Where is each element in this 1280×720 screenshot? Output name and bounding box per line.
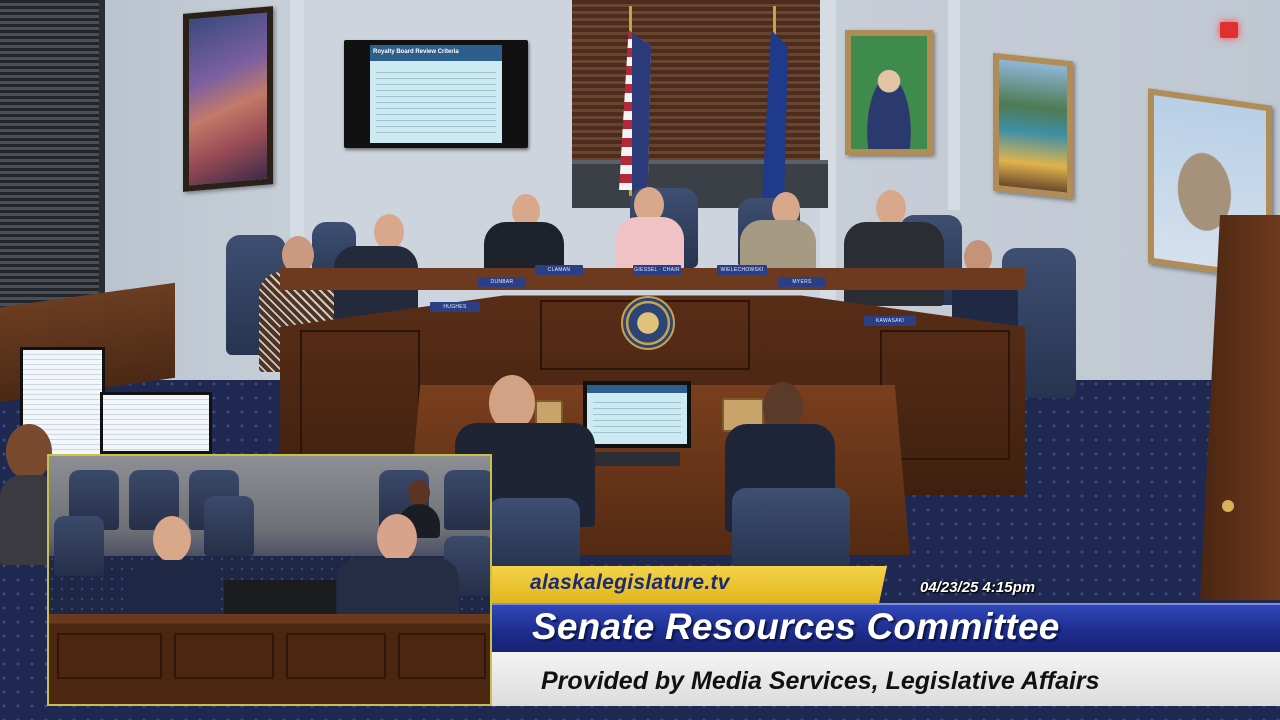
mountain-painting xyxy=(183,6,273,192)
video-frame: Royalty Board Review Criteria HUGHES DUN… xyxy=(0,0,1280,720)
nameplate-dunbar: DUNBAR xyxy=(478,277,526,287)
table-slide-title xyxy=(587,385,687,393)
side-monitor xyxy=(100,392,212,454)
wall-monitor: Royalty Board Review Criteria xyxy=(344,40,528,148)
portrait-painting xyxy=(845,30,933,155)
window-blinds xyxy=(0,0,105,330)
nameplate-kawasaki: KAWASAKI xyxy=(864,316,916,326)
committee-member xyxy=(738,190,818,270)
chair xyxy=(488,498,580,568)
dais-panel xyxy=(300,330,420,460)
committee-member xyxy=(330,212,420,322)
table-monitor-slide xyxy=(587,385,687,444)
door-knob xyxy=(1222,500,1234,512)
committee-member xyxy=(482,192,566,274)
nameplate-claman: CLAMAN xyxy=(535,265,583,275)
broadcast-url: alaskalegislature.tv xyxy=(530,571,730,594)
broadcast-credit: Provided by Media Services, Legislative … xyxy=(541,667,1100,695)
gallery-chair xyxy=(54,516,104,576)
broadcast-timestamp: 04/23/25 4:15pm xyxy=(920,579,1036,596)
nameplate-giessel: GIESSEL · CHAIR xyxy=(633,265,681,275)
slide-body-text xyxy=(376,67,496,137)
testifier-closeup xyxy=(129,516,219,626)
committee-title: Senate Resources Committee xyxy=(532,606,1060,647)
chair xyxy=(732,488,850,568)
keyboard xyxy=(588,452,680,466)
wall-pilaster xyxy=(820,0,836,300)
nameplate-hughes: HUGHES xyxy=(430,302,480,312)
fire-alarm-light xyxy=(1220,22,1238,38)
presentation-slide: Royalty Board Review Criteria xyxy=(370,45,502,143)
wall-pilaster xyxy=(948,0,960,210)
river-painting xyxy=(993,52,1073,200)
testifier-closeup xyxy=(337,514,459,628)
picture-in-picture xyxy=(47,454,492,706)
nameplate-wielechowski: WIELECHOWSKI xyxy=(717,265,767,275)
nameplate-myers: MYERS xyxy=(778,277,826,287)
committee-member xyxy=(842,188,946,308)
state-seal xyxy=(621,296,675,350)
committee-chair xyxy=(614,185,686,271)
slide-title: Royalty Board Review Criteria xyxy=(370,45,502,61)
